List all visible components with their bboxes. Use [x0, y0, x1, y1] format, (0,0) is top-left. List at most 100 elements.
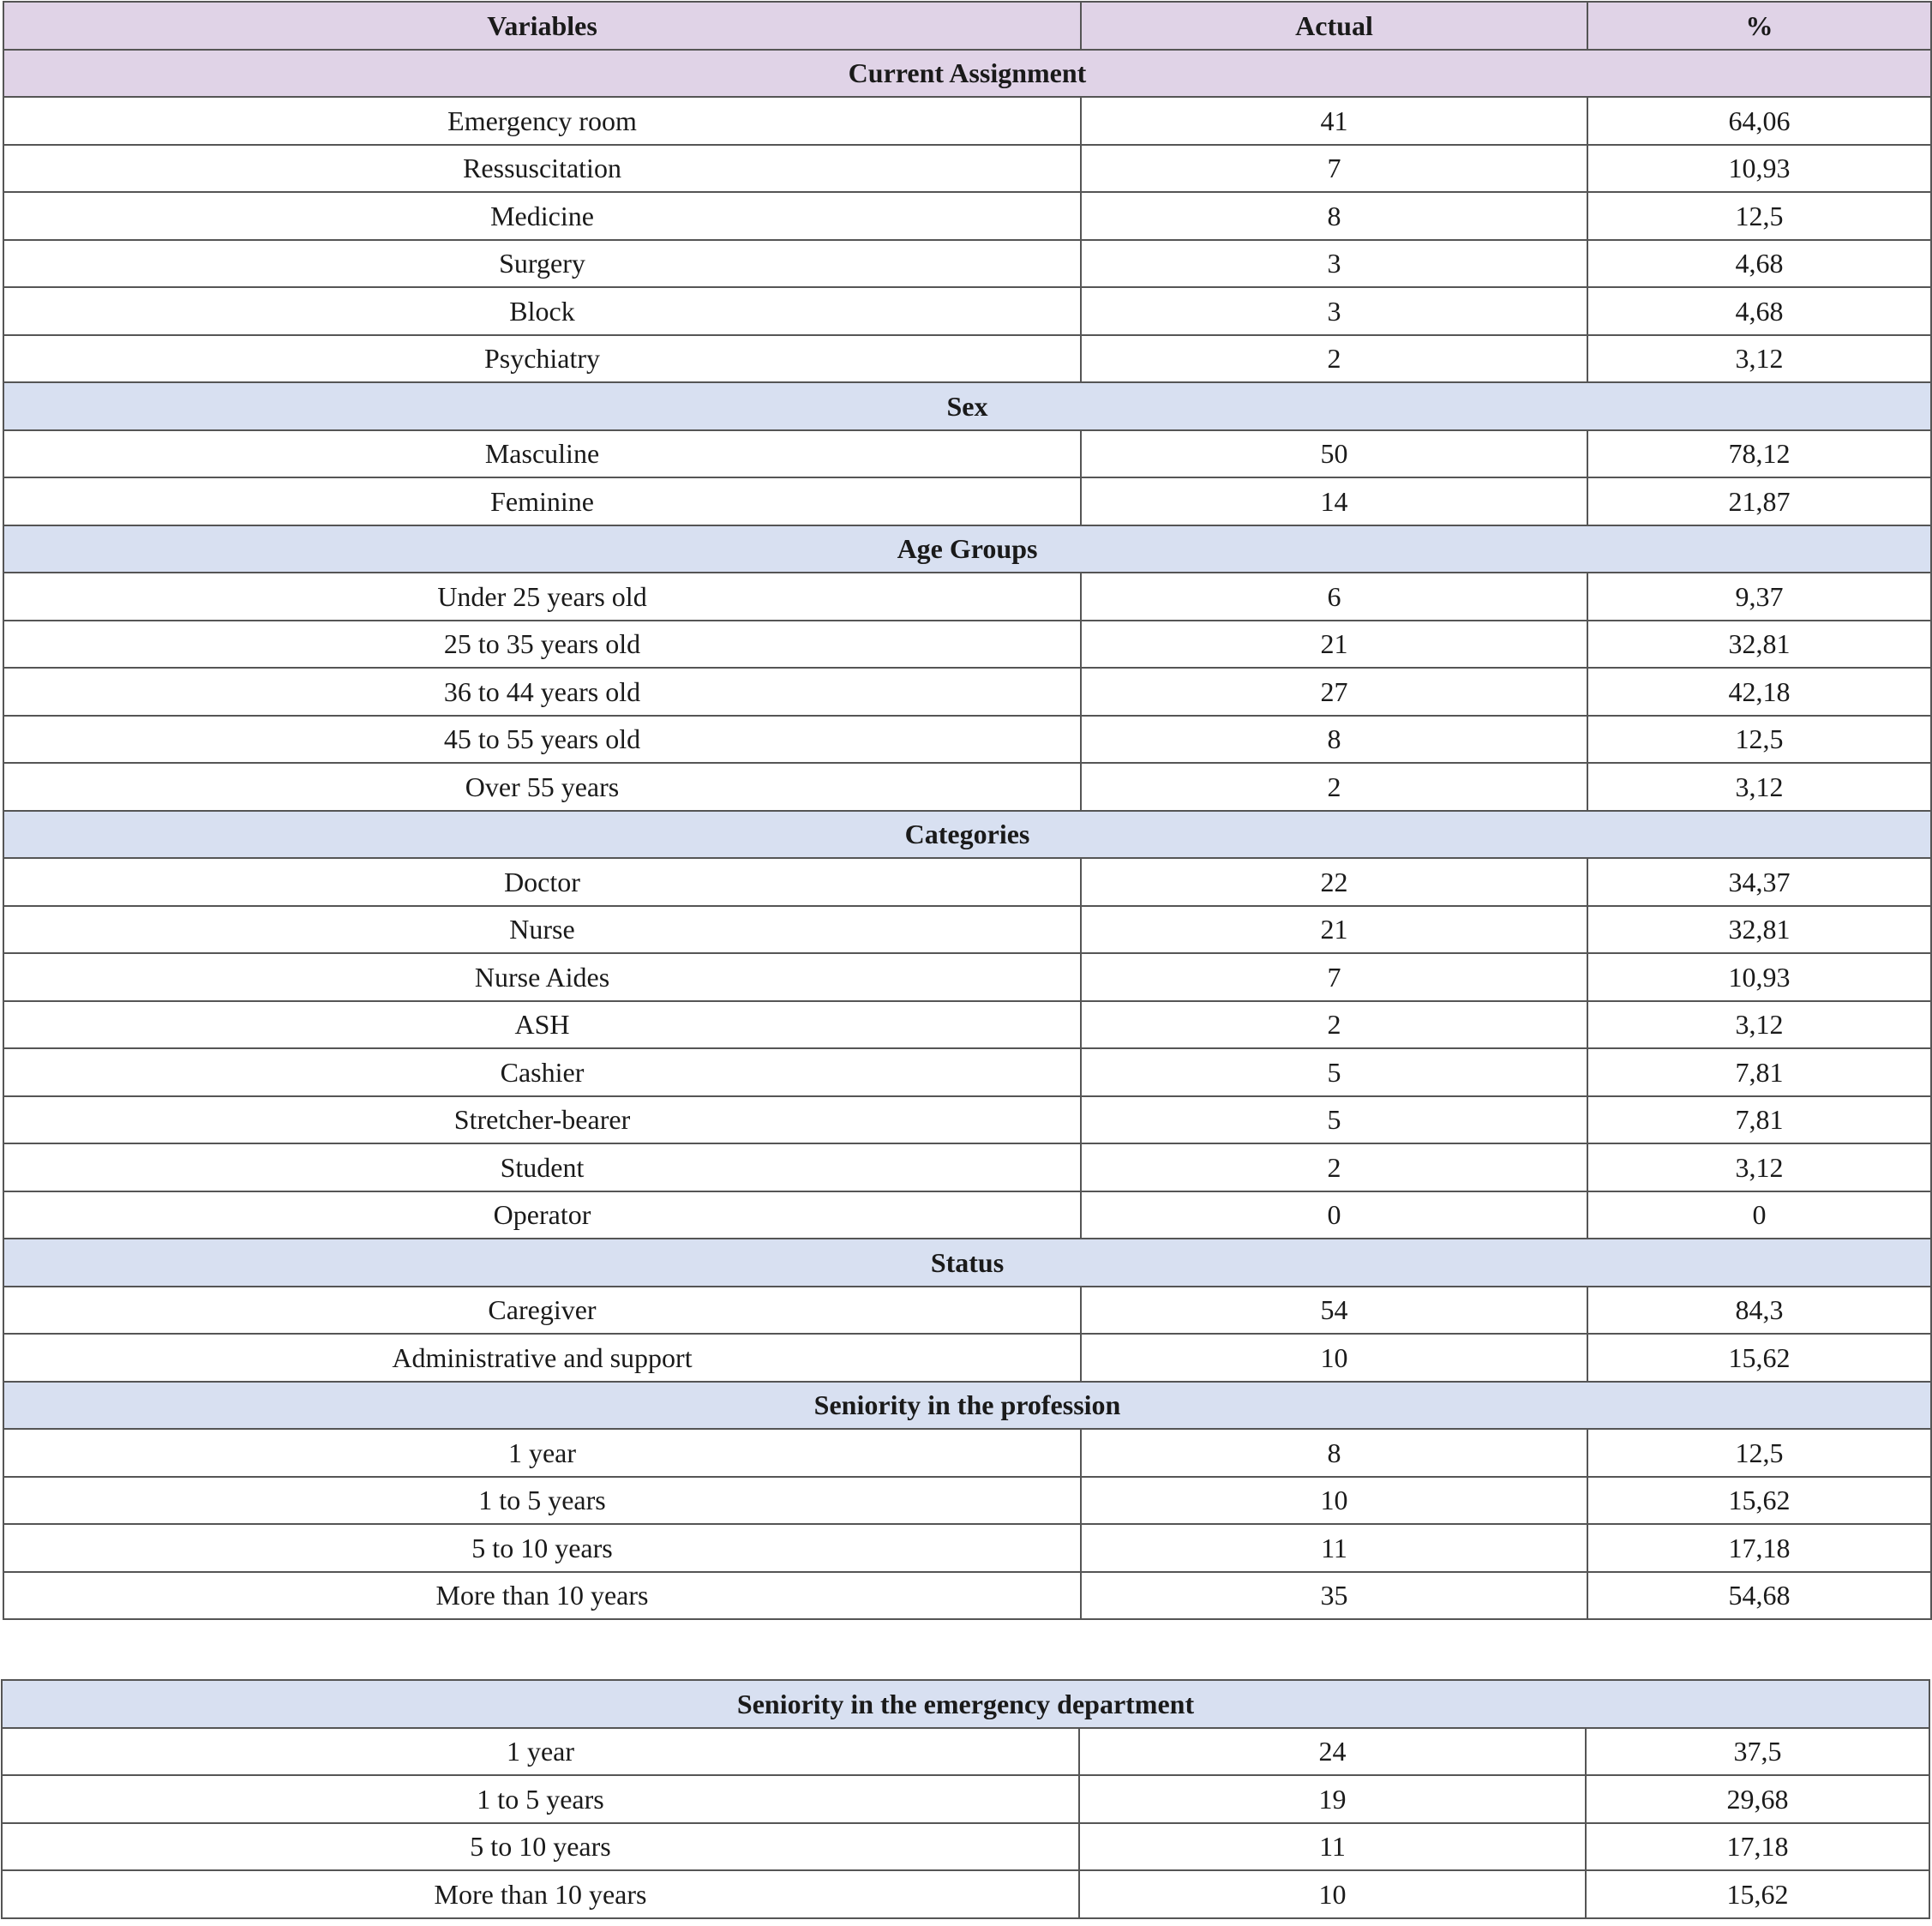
variable-cell: Ressuscitation: [3, 143, 1082, 193]
section-title: Sex: [3, 381, 1932, 431]
variable-cell: Nurse: [3, 904, 1082, 954]
percent-cell: 37,5: [1585, 1726, 1930, 1776]
table-row: Caregiver 54 84,3: [3, 1285, 1932, 1335]
table-row: Feminine 14 21,87: [3, 477, 1932, 526]
percent-cell: 3,12: [1587, 1143, 1932, 1192]
percent-cell: 9,37: [1587, 572, 1932, 621]
variable-cell: Emergency room: [3, 96, 1082, 146]
actual-cell: 8: [1080, 714, 1588, 764]
percent-cell: 10,93: [1587, 952, 1932, 1002]
actual-cell: 6: [1080, 572, 1588, 621]
table-row: Medicine 8 12,5: [3, 191, 1932, 241]
variable-cell: Over 55 years: [3, 762, 1082, 812]
variable-cell: Surgery: [3, 238, 1082, 288]
actual-cell: 10: [1080, 1333, 1588, 1383]
actual-cell: 41: [1080, 96, 1588, 146]
percent-cell: 3,12: [1587, 762, 1932, 812]
variable-cell: Masculine: [3, 429, 1082, 478]
actual-cell: 21: [1080, 619, 1588, 669]
percent-cell: 7,81: [1587, 1047, 1932, 1097]
percent-cell: 0: [1587, 1190, 1932, 1239]
variable-cell: 5 to 10 years: [1, 1821, 1080, 1871]
percent-cell: 15,62: [1587, 1333, 1932, 1383]
variable-cell: 5 to 10 years: [3, 1523, 1082, 1573]
actual-cell: 24: [1078, 1726, 1587, 1776]
percent-cell: 84,3: [1587, 1285, 1932, 1335]
actual-cell: 7: [1080, 143, 1588, 193]
percent-cell: 54,68: [1587, 1570, 1932, 1620]
table-row: 36 to 44 years old 27 42,18: [3, 667, 1932, 717]
actual-cell: 3: [1080, 286, 1588, 336]
actual-cell: 11: [1078, 1821, 1587, 1871]
percent-cell: 17,18: [1587, 1523, 1932, 1573]
section-row-current-assignment: Current Assignment: [3, 48, 1932, 98]
actual-cell: 8: [1080, 191, 1588, 241]
section-row-categories: Categories: [3, 809, 1932, 859]
table-row: Administrative and support 10 15,62: [3, 1333, 1932, 1383]
section-row-seniority-in-the-profession: Seniority in the profession: [3, 1380, 1932, 1430]
section-title: Seniority in the emergency department: [1, 1679, 1930, 1729]
percent-cell: 32,81: [1587, 619, 1932, 669]
variable-cell: Stretcher-bearer: [3, 1095, 1082, 1144]
table-row: Surgery 3 4,68: [3, 238, 1932, 288]
percent-cell: 10,93: [1587, 143, 1932, 193]
section-title: Seniority in the profession: [3, 1380, 1932, 1430]
actual-cell: 8: [1080, 1428, 1588, 1478]
actual-cell: 2: [1080, 999, 1588, 1049]
variable-cell: Administrative and support: [3, 1333, 1082, 1383]
table-row: 5 to 10 years 11 17,18: [1, 1821, 1930, 1871]
actual-cell: 35: [1080, 1570, 1588, 1620]
percent-cell: 21,87: [1587, 477, 1932, 526]
section-title: Categories: [3, 809, 1932, 859]
variable-cell: More than 10 years: [3, 1570, 1082, 1620]
table-row: Over 55 years 2 3,12: [3, 762, 1932, 812]
percent-cell: 78,12: [1587, 429, 1932, 478]
actual-cell: 14: [1080, 477, 1588, 526]
percent-cell: 32,81: [1587, 904, 1932, 954]
table-row: Operator 0 0: [3, 1190, 1932, 1239]
variable-cell: Nurse Aides: [3, 952, 1082, 1002]
variable-cell: 36 to 44 years old: [3, 667, 1082, 717]
percent-cell: 7,81: [1587, 1095, 1932, 1144]
table-row: 1 year 24 37,5: [1, 1726, 1930, 1776]
variable-cell: ASH: [3, 999, 1082, 1049]
table-row: Under 25 years old 6 9,37: [3, 572, 1932, 621]
variable-cell: 1 to 5 years: [1, 1774, 1080, 1824]
table-row: Masculine 50 78,12: [3, 429, 1932, 478]
header-actual: Actual: [1080, 1, 1588, 51]
actual-cell: 10: [1078, 1869, 1587, 1919]
actual-cell: 22: [1080, 857, 1588, 907]
variable-cell: Operator: [3, 1190, 1082, 1239]
actual-cell: 2: [1080, 333, 1588, 383]
table-row: More than 10 years 10 15,62: [1, 1869, 1930, 1919]
demographics-table: Variables Actual % Current Assignment Eme…: [3, 1, 1932, 1620]
actual-cell: 21: [1080, 904, 1588, 954]
section-title: Age Groups: [3, 524, 1932, 573]
variable-cell: Doctor: [3, 857, 1082, 907]
percent-cell: 12,5: [1587, 714, 1932, 764]
actual-cell: 5: [1080, 1047, 1588, 1097]
percent-cell: 4,68: [1587, 238, 1932, 288]
variable-cell: 1 to 5 years: [3, 1475, 1082, 1525]
table-row: 1 to 5 years 19 29,68: [1, 1774, 1930, 1824]
header-variables: Variables: [3, 1, 1082, 51]
header-percent: %: [1587, 1, 1932, 51]
percent-cell: 29,68: [1585, 1774, 1930, 1824]
section-row-seniority-in-the-emergency-department: Seniority in the emergency department: [1, 1679, 1930, 1729]
variable-cell: Block: [3, 286, 1082, 336]
table-row: Psychiatry 2 3,12: [3, 333, 1932, 383]
table-row: Nurse 21 32,81: [3, 904, 1932, 954]
actual-cell: 27: [1080, 667, 1588, 717]
table-row: Cashier 5 7,81: [3, 1047, 1932, 1097]
percent-cell: 15,62: [1587, 1475, 1932, 1525]
variable-cell: 1 year: [1, 1726, 1080, 1776]
percent-cell: 4,68: [1587, 286, 1932, 336]
variable-cell: 45 to 55 years old: [3, 714, 1082, 764]
section-row-status: Status: [3, 1238, 1932, 1287]
table-row: Stretcher-bearer 5 7,81: [3, 1095, 1932, 1144]
variable-cell: Caregiver: [3, 1285, 1082, 1335]
percent-cell: 12,5: [1587, 1428, 1932, 1478]
variable-cell: More than 10 years: [1, 1869, 1080, 1919]
variable-cell: Medicine: [3, 191, 1082, 241]
section-title: Current Assignment: [3, 48, 1932, 98]
